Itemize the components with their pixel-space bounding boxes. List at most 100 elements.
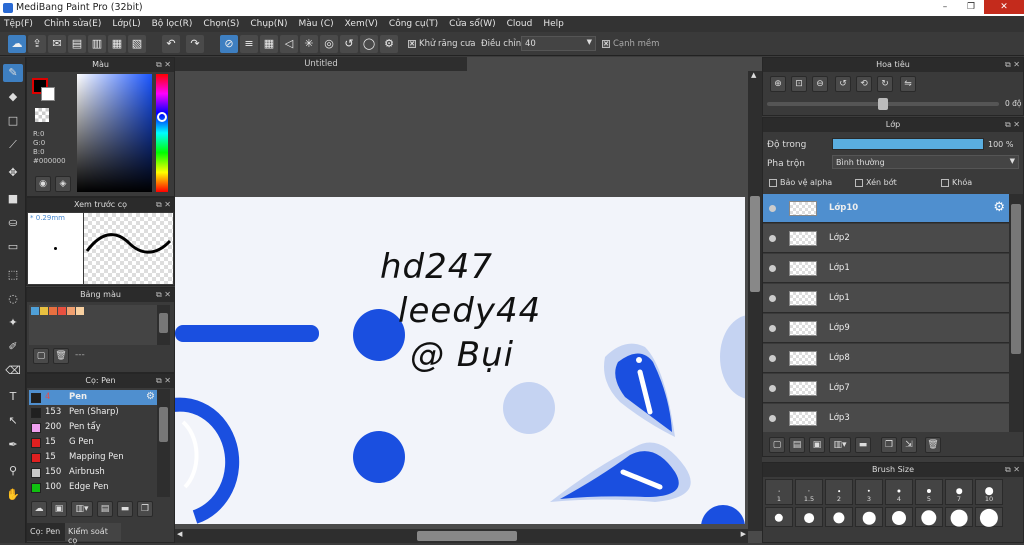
lock-checkbox[interactable]: [941, 178, 949, 187]
parallel-snap-icon[interactable]: ≡: [240, 35, 258, 53]
gear-icon[interactable]: ⚙: [146, 391, 155, 402]
brush-size-option[interactable]: 1.5: [795, 479, 823, 505]
brush-item[interactable]: 153 Pen (Sharp): [29, 405, 157, 420]
hue-slider[interactable]: [156, 74, 168, 192]
brush-size-option[interactable]: 3: [855, 479, 883, 505]
brush-size-option[interactable]: 10: [975, 479, 1003, 505]
menu-select[interactable]: Chọn(S): [203, 19, 239, 29]
layer-scrollbar[interactable]: [1009, 194, 1023, 432]
select-tool-icon[interactable]: ⬚: [3, 266, 23, 284]
palette-scrollbar[interactable]: [157, 305, 170, 345]
layer-row[interactable]: Lớp1: [763, 284, 1009, 313]
brush-size-option[interactable]: 2: [825, 479, 853, 505]
menu-file[interactable]: Tệp(F): [4, 19, 33, 29]
circle-snap-icon[interactable]: ◎: [320, 35, 338, 53]
canvas-tab[interactable]: Untitled: [175, 57, 467, 71]
layer-row[interactable]: Lớp2: [763, 224, 1009, 253]
minimize-button[interactable]: –: [932, 0, 958, 14]
zoom-in-icon[interactable]: ⊕: [770, 76, 786, 92]
layer-row[interactable]: Lớp1: [763, 254, 1009, 283]
brush-item[interactable]: 100 Edge Pen: [29, 480, 157, 495]
brush-add-icon[interactable]: ▣: [51, 501, 67, 517]
cross-snap-icon[interactable]: ▦: [260, 35, 278, 53]
rotation-slider[interactable]: [767, 98, 999, 110]
rotate-reset-icon[interactable]: ⟲: [856, 76, 872, 92]
brush-size-option[interactable]: [975, 507, 1003, 528]
color-wheel-icon[interactable]: ◉: [35, 176, 51, 192]
curve-snap-icon[interactable]: ↺: [340, 35, 358, 53]
redo-icon[interactable]: ↷: [186, 35, 204, 53]
menu-tools[interactable]: Công cụ(T): [389, 19, 438, 29]
zoom-out-icon[interactable]: ⊖: [812, 76, 828, 92]
scroll-left-icon[interactable]: ◀: [177, 530, 182, 538]
eye-icon[interactable]: [769, 265, 776, 272]
operation-tool-icon[interactable]: ↖: [3, 412, 23, 430]
close-button[interactable]: ✕: [984, 0, 1024, 14]
panel-controls-icon[interactable]: ⧉ ✕: [1005, 118, 1020, 132]
gradient-tool-icon[interactable]: ▭: [3, 238, 23, 256]
select-pen-icon[interactable]: ✐: [3, 338, 23, 356]
scroll-right-icon[interactable]: ▶: [741, 530, 746, 538]
canvas-scrollbar-horizontal[interactable]: ◀ ▶: [175, 529, 748, 543]
divide-tool-icon[interactable]: ✒: [3, 436, 23, 454]
rotation-handle[interactable]: [878, 98, 888, 110]
eye-icon[interactable]: [769, 205, 776, 212]
menu-help[interactable]: Help: [543, 19, 564, 29]
transparent-color[interactable]: [35, 108, 49, 122]
brush-size-option[interactable]: [885, 507, 913, 527]
panel-controls-icon[interactable]: ⧉ ✕: [156, 374, 171, 388]
brush-cloud-icon[interactable]: ☁: [31, 501, 47, 517]
palette-swatch[interactable]: [58, 307, 66, 315]
menu-view[interactable]: Xem(V): [345, 19, 378, 29]
layer-row[interactable]: Lớp10 ⚙: [763, 194, 1009, 223]
vertical-scroll-thumb[interactable]: [750, 196, 760, 292]
palette-swatch[interactable]: [31, 307, 39, 315]
menu-edit[interactable]: Chỉnh sửa(E): [44, 19, 101, 29]
brush-size-option[interactable]: [945, 507, 973, 527]
document-icon[interactable]: ▥: [88, 35, 106, 53]
brush-size-option[interactable]: 4: [885, 479, 913, 505]
panel-controls-icon[interactable]: ⧉ ✕: [156, 198, 171, 212]
tab-brush[interactable]: Cọ: Pen: [27, 523, 65, 541]
select-eraser-icon[interactable]: ⌫: [3, 362, 23, 380]
eye-icon[interactable]: [769, 235, 776, 242]
menu-cloud[interactable]: Cloud: [507, 19, 533, 29]
brush-size-option[interactable]: [915, 507, 943, 527]
radial-snap-icon[interactable]: ✳: [300, 35, 318, 53]
antialias-checkbox[interactable]: ✕: [408, 39, 416, 48]
panel-controls-icon[interactable]: ⧉ ✕: [1005, 463, 1020, 477]
blend-mode-select[interactable]: Bình thường ▼: [832, 155, 1019, 169]
brush-size-option[interactable]: [855, 507, 883, 527]
brush-scrollbar[interactable]: [157, 389, 170, 497]
rotate-right-icon[interactable]: ↻: [877, 76, 893, 92]
brush-size-option[interactable]: 5: [915, 479, 943, 505]
brush-size-option[interactable]: 1: [765, 479, 793, 505]
brush-size-option[interactable]: [795, 507, 823, 527]
menu-filter[interactable]: Bộ lọc(R): [152, 19, 193, 29]
page-icon[interactable]: ▤: [68, 35, 86, 53]
gear-icon[interactable]: ⚙: [993, 200, 1005, 215]
brush-item[interactable]: 15 Mapping Pen: [29, 450, 157, 465]
bucket-tool-icon[interactable]: ⛀: [3, 214, 23, 232]
flip-icon[interactable]: ⇋: [900, 76, 916, 92]
opacity-slider[interactable]: [832, 138, 984, 150]
palette-scroll-thumb[interactable]: [159, 313, 168, 333]
menu-layer[interactable]: Lớp(L): [112, 19, 140, 29]
panel-controls-icon[interactable]: ⧉ ✕: [1005, 58, 1020, 72]
menu-color[interactable]: Màu (C): [299, 19, 334, 29]
zoom-fit-icon[interactable]: ⊡: [791, 76, 807, 92]
vanishing-snap-icon[interactable]: ◁: [280, 35, 298, 53]
settings-icon[interactable]: ⚙: [380, 35, 398, 53]
rotate-left-icon[interactable]: ↺: [835, 76, 851, 92]
delete-layer-icon[interactable]: 🗑: [925, 437, 941, 453]
background-color[interactable]: [41, 87, 55, 101]
palette-swatch[interactable]: [40, 307, 48, 315]
brush-folder-icon[interactable]: ▬: [117, 501, 133, 517]
maximize-button[interactable]: ❐: [958, 0, 984, 14]
duplicate-layer-icon[interactable]: ❐: [881, 437, 897, 453]
dot-tool-icon[interactable]: □: [3, 112, 23, 130]
layer-row[interactable]: Lớp8: [763, 344, 1009, 373]
layer-row[interactable]: Lớp7: [763, 374, 1009, 403]
canvas-scrollbar-vertical[interactable]: ▲: [748, 71, 762, 531]
protect-alpha-checkbox[interactable]: [769, 178, 777, 187]
